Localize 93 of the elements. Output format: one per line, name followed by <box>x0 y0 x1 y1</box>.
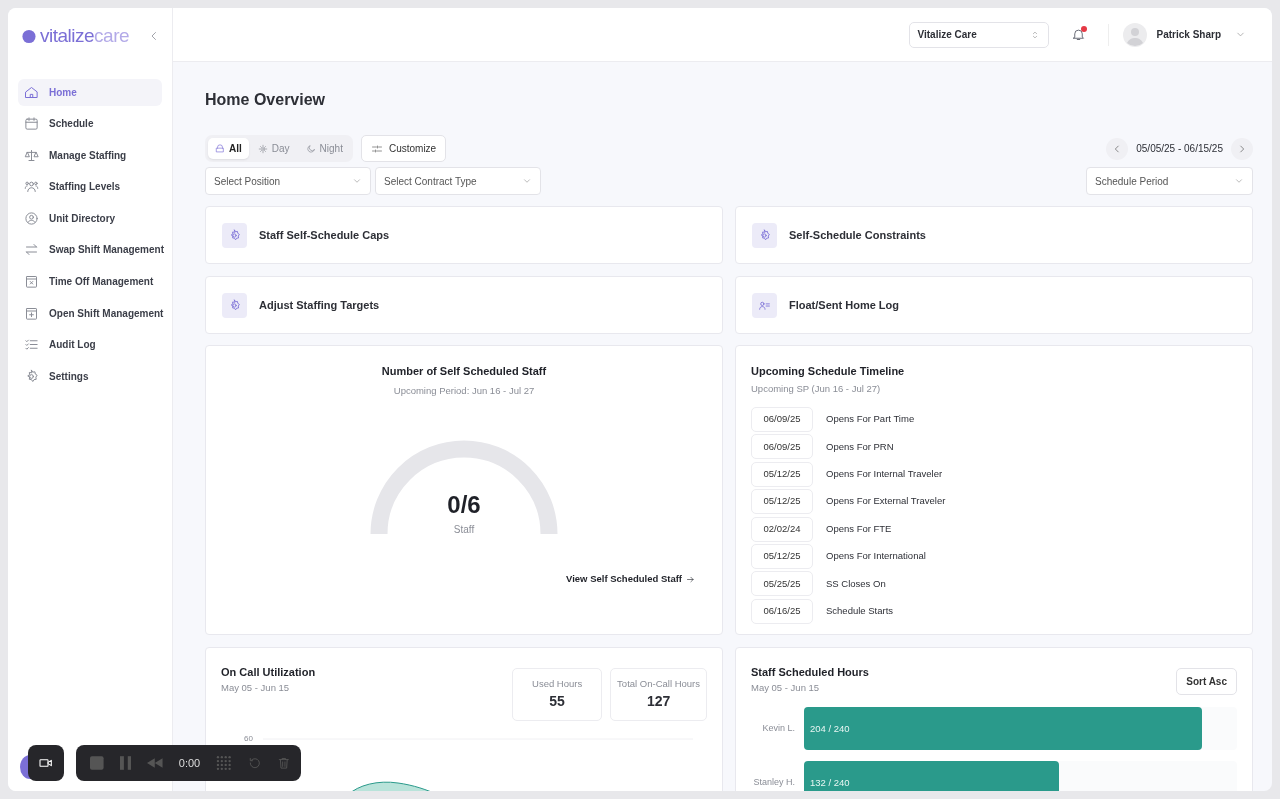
date-chip: 05/12/25 <box>751 543 813 569</box>
organization-select[interactable]: Vitalize Care <box>908 21 1049 48</box>
date-chip: 05/12/25 <box>751 461 813 487</box>
axis-label: 60 <box>244 733 253 746</box>
event-label: Schedule Starts <box>826 604 894 619</box>
event-label: SS Closes On <box>826 576 886 591</box>
page-title: Home Overview <box>205 90 327 110</box>
sidebar-item[interactable]: Unit Directory <box>18 204 162 232</box>
gauge-label: Staff <box>452 522 476 537</box>
view-link[interactable]: View Self Scheduled Staff <box>566 571 695 587</box>
date-chip: 06/16/25 <box>751 598 813 624</box>
calendar-plus-icon <box>24 305 39 321</box>
customize-button[interactable]: Customize <box>360 135 447 163</box>
select-field[interactable]: Select Contract Type <box>375 167 541 196</box>
stop-icon[interactable] <box>90 756 104 770</box>
quick-link-card[interactable]: Staff Self-Schedule Caps <box>205 206 723 265</box>
timer: 0:00 <box>178 755 201 771</box>
bar-label: Stanley H. <box>752 775 795 789</box>
sidebar-item[interactable]: Home <box>18 78 162 106</box>
previous-button[interactable] <box>1106 137 1129 160</box>
sidebar-item[interactable]: Schedule <box>18 110 162 138</box>
quick-link-card[interactable]: Float/Sent Home Log <box>735 276 1253 335</box>
bar-value: 132 / 240 <box>810 775 850 790</box>
quick-link-card[interactable]: Self-Schedule Constraints <box>735 206 1253 265</box>
calendar-x-icon <box>24 274 39 290</box>
bar-value: 204 / 240 <box>810 721 850 736</box>
card-subtitle: May 05 - Jun 15 <box>221 680 291 695</box>
stat-value: 127 <box>645 692 672 712</box>
settings-icon <box>24 368 39 384</box>
people-icon <box>24 179 39 195</box>
date-chip: 05/12/25 <box>751 489 813 515</box>
sliders-icon <box>370 142 383 155</box>
event-label: Opens For Internal Traveler <box>826 467 943 482</box>
sidebar-item[interactable]: Audit Log <box>18 331 162 359</box>
date-chip: 06/09/25 <box>751 406 813 432</box>
user-circle-icon <box>24 210 39 226</box>
sidebar-item[interactable]: Time Off Management <box>18 268 162 296</box>
event-label: Opens For International <box>826 549 926 564</box>
sidebar-item[interactable]: Settings <box>18 362 162 390</box>
gear-icon <box>758 228 771 242</box>
event-label: Opens For PRN <box>826 439 894 454</box>
stat-label: Used Hours <box>531 677 584 692</box>
date-range: 05/05/25 - 06/15/25 <box>1136 142 1223 157</box>
home-icon <box>24 84 39 100</box>
bell-icon[interactable] <box>1070 27 1086 42</box>
event-label: Opens For FTE <box>826 521 892 536</box>
moon-icon <box>305 143 316 154</box>
scale-icon <box>24 147 39 163</box>
stat-value: 55 <box>548 692 566 712</box>
camera-button[interactable] <box>28 745 64 781</box>
chevron-right-icon <box>1237 143 1247 154</box>
card-title: Staff Scheduled Hours <box>751 665 869 681</box>
rewind-icon[interactable] <box>147 758 163 768</box>
sort-button[interactable]: Sort Asc <box>1176 668 1237 696</box>
lock-icon <box>215 143 225 154</box>
card-title: Upcoming Schedule Timeline <box>751 364 906 380</box>
date-chip: 02/02/24 <box>751 516 813 542</box>
swap-arrows-icon <box>24 242 39 258</box>
brand-name: vitalizecare <box>40 24 130 48</box>
sidebar-item[interactable]: Manage Staffing <box>18 141 162 169</box>
restart-icon[interactable] <box>247 756 262 770</box>
shift-tab[interactable]: All <box>208 138 249 160</box>
card-title: Number of Self Scheduled Staff <box>381 364 547 380</box>
logo-icon <box>21 28 36 44</box>
gear-icon <box>228 298 241 312</box>
arrow-right-icon <box>686 574 695 584</box>
card-title: On Call Utilization <box>221 665 316 681</box>
grid-icon[interactable] <box>216 755 232 771</box>
sidebar-item[interactable]: Staffing Levels <box>18 173 162 201</box>
quick-link-card[interactable]: Adjust Staffing Targets <box>205 276 723 335</box>
stat-label: Total On-Call Hours <box>617 677 700 692</box>
event-label: Opens For External Traveler <box>826 494 946 509</box>
pause-icon[interactable] <box>119 756 132 770</box>
select-field[interactable]: Schedule Period <box>1086 167 1253 196</box>
gauge-value: 0/6 <box>446 489 482 520</box>
bar-label: Kevin L. <box>761 721 795 735</box>
gear-icon <box>228 228 241 242</box>
card-subtitle: May 05 - Jun 15 <box>751 680 821 695</box>
calendar-icon <box>24 116 39 132</box>
trash-icon[interactable] <box>277 756 291 770</box>
sun-icon <box>257 143 268 154</box>
user-name[interactable]: Patrick Sharp <box>1156 27 1221 42</box>
card-subtitle: Upcoming Period: Jun 16 - Jul 27 <box>393 383 535 398</box>
next-button[interactable] <box>1231 137 1253 160</box>
date-chip: 05/25/25 <box>751 571 813 597</box>
sidebar-item[interactable]: Swap Shift Management <box>18 236 162 264</box>
avatar[interactable] <box>1122 22 1147 47</box>
event-label: Opens For Part Time <box>826 412 915 427</box>
select-field[interactable]: Select Position <box>205 167 371 196</box>
checklist-icon <box>24 337 39 353</box>
date-chip: 06/09/25 <box>751 434 813 460</box>
sidebar-item[interactable]: Open Shift Management <box>18 299 162 327</box>
card-subtitle: Upcoming SP (Jun 16 - Jul 27) <box>751 381 882 396</box>
